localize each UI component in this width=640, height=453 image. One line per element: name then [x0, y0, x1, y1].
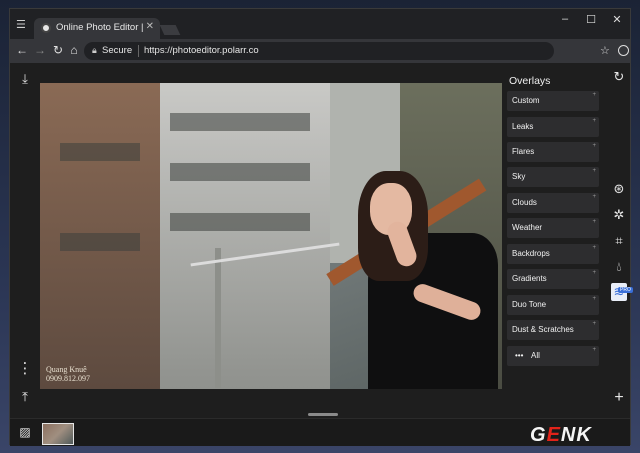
plus-icon: +: [592, 168, 596, 174]
photo-watermark: Quang Knuê 0909.812.097: [46, 365, 90, 383]
overlay-clouds-button[interactable]: Clouds +: [507, 193, 599, 213]
overlay-label: Clouds: [512, 198, 537, 207]
overlay-label: Dust & Scratches: [512, 325, 574, 334]
more-icon[interactable]: ⋮: [16, 359, 34, 377]
editor-app: ⤓ ⋮ ⤒ Quang Knuê 0909.812.097 Overlays C…: [10, 63, 633, 446]
overlay-label: All: [531, 351, 540, 360]
overlay-gradients-button[interactable]: Gradients +: [507, 269, 599, 289]
overlay-label: Custom: [512, 96, 540, 105]
overlay-label: Backdrops: [512, 249, 550, 258]
retouch-icon[interactable]: 💧︎: [611, 259, 627, 275]
tab-photo-editor[interactable]: Online Photo Editor | Pol ✕: [34, 18, 160, 39]
overlay-weather-button[interactable]: Weather +: [507, 218, 599, 238]
photo-thumbnail[interactable]: [42, 423, 74, 445]
photo-window-row: [60, 233, 140, 251]
browser-window: ☰ Online Photo Editor | Pol ✕ – ☐ ✕ ← → …: [9, 8, 633, 446]
overlay-flares-button[interactable]: Flares +: [507, 142, 599, 162]
photo-window-row: [170, 113, 310, 131]
star-icon[interactable]: ☆: [600, 44, 610, 57]
overlay-label: Leaks: [512, 122, 534, 131]
plus-icon: +: [592, 219, 596, 225]
photo-window-row: [170, 163, 310, 181]
forward-icon[interactable]: →: [32, 43, 48, 57]
photo-canvas[interactable]: Quang Knuê 0909.812.097: [40, 83, 502, 389]
omnibox-divider: [138, 45, 139, 57]
plus-icon: +: [592, 194, 596, 200]
logo-e: E: [546, 424, 561, 446]
history-icon[interactable]: ↻: [611, 69, 627, 85]
tab-bar: ☰ Online Photo Editor | Pol ✕ – ☐ ✕: [10, 9, 630, 39]
overlay-custom-button[interactable]: Custom +: [507, 91, 599, 111]
photo-window-row: [60, 143, 140, 161]
image-icon[interactable]: ▨: [16, 425, 34, 439]
plus-icon: +: [592, 321, 596, 327]
overlay-backdrops-button[interactable]: Backdrops +: [507, 244, 599, 264]
overlay-dust-scratches-button[interactable]: Dust & Scratches +: [507, 320, 599, 340]
account-icon[interactable]: [618, 45, 629, 56]
tab-title: Online Photo Editor | Pol: [56, 22, 144, 33]
plus-icon: +: [592, 296, 596, 302]
crop-icon[interactable]: ⌗: [611, 233, 627, 249]
new-tab-button[interactable]: [159, 25, 181, 35]
url-text: https://photoeditor.polarr.co: [144, 45, 259, 56]
add-icon[interactable]: +: [611, 389, 627, 407]
maximize-icon[interactable]: ☐: [581, 13, 601, 26]
plus-icon: +: [592, 270, 596, 276]
plus-icon: +: [592, 347, 596, 353]
back-icon[interactable]: ←: [14, 43, 30, 57]
adjust-icon[interactable]: ✲: [611, 207, 627, 223]
overlays-panel-title: Overlays: [509, 75, 551, 87]
minimize-icon[interactable]: –: [555, 13, 575, 25]
overlay-label: Gradients: [512, 274, 547, 283]
reload-icon[interactable]: ↻: [50, 43, 66, 57]
close-icon[interactable]: ✕: [607, 13, 627, 26]
filters-icon[interactable]: ⊛: [611, 181, 627, 197]
photo-window-row: [170, 213, 310, 231]
omnibox[interactable]: 🔒︎ Secure https://photoeditor.polarr.co: [84, 42, 554, 60]
plus-icon: +: [592, 143, 596, 149]
watermark-phone: 0909.812.097: [46, 374, 90, 383]
overlay-label: Flares: [512, 147, 535, 156]
logo-nk: NK: [560, 424, 592, 446]
plus-icon: +: [592, 245, 596, 251]
photo-utility-pole: [215, 248, 221, 388]
overlay-label: Sky: [512, 172, 526, 181]
logo-g: G: [530, 424, 547, 446]
secure-label: Secure: [102, 45, 133, 56]
watermark-name: Quang Knuê: [46, 365, 87, 374]
overlay-duo-tone-button[interactable]: Duo Tone +: [507, 295, 599, 315]
home-icon[interactable]: ⌂: [66, 43, 82, 57]
lock-icon: 🔒︎: [92, 45, 97, 55]
dots-icon: •••: [515, 351, 524, 360]
overlay-sky-button[interactable]: Sky +: [507, 167, 599, 187]
address-bar: ← → ↻ ⌂ 🔒︎ Secure https://photoeditor.po…: [10, 39, 630, 63]
genk-logo: GENK: [530, 424, 592, 447]
overlay-leaks-button[interactable]: Leaks +: [507, 117, 599, 137]
tab-close-icon[interactable]: ✕: [146, 21, 154, 32]
plus-icon: +: [592, 118, 596, 124]
menu-icon[interactable]: ☰: [16, 19, 28, 31]
overlay-label: Duo Tone: [512, 300, 547, 309]
resize-handle[interactable]: [308, 413, 338, 416]
upload-icon[interactable]: ⤒: [16, 389, 34, 405]
download-icon[interactable]: ⤓: [16, 71, 34, 87]
overlay-label: Weather: [512, 223, 543, 232]
plus-icon: +: [592, 92, 596, 98]
overlay-all-button[interactable]: ••• All +: [507, 346, 599, 366]
pro-badge: PRO: [618, 287, 633, 293]
polarr-favicon-icon: [41, 23, 51, 33]
